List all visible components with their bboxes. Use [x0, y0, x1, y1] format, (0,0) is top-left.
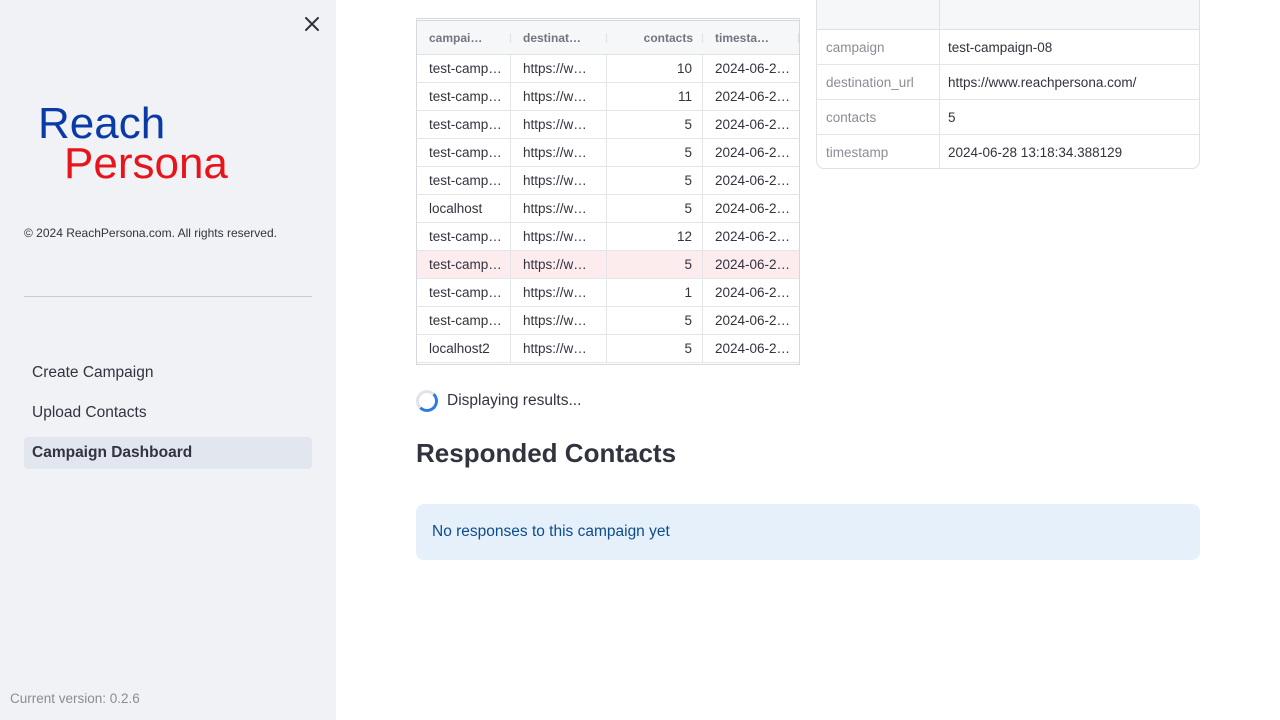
- copyright-text: © 2024 ReachPersona.com. All rights rese…: [24, 226, 277, 240]
- detail-key: campaign: [817, 30, 940, 64]
- table-row[interactable]: localhost https://w… 5 2024-06-2…: [417, 195, 799, 223]
- detail-value: 5: [948, 109, 956, 125]
- table-cell[interactable]: 2024-06-2…: [703, 139, 799, 166]
- table-cell[interactable]: localhost: [417, 195, 511, 222]
- table-row[interactable]: localhost2 https://w… 5 2024-06-2…: [417, 335, 799, 363]
- version-text: Current version: 0.2.6: [10, 691, 140, 706]
- nav-item-upload-contacts[interactable]: Upload Contacts: [24, 397, 312, 429]
- table-row[interactable]: test-camp… https://w… 1 2024-06-2…: [417, 279, 799, 307]
- selected-row-detail: campaign test-campaign-08 destination_url h…: [816, 0, 1200, 169]
- table-cell[interactable]: 12: [607, 223, 703, 250]
- no-responses-alert: No responses to this campaign yet: [416, 504, 1200, 560]
- table-cell[interactable]: 2024-06-2…: [703, 279, 799, 306]
- table-cell[interactable]: test-camp…: [417, 251, 511, 278]
- status-text: Displaying results...: [447, 392, 582, 409]
- sidebar-divider: [24, 296, 312, 297]
- table-cell[interactable]: 5: [607, 195, 703, 222]
- table-cell[interactable]: 5: [607, 139, 703, 166]
- detail-row: timestamp 2024-06-28 13:18:34.388129: [817, 135, 1199, 168]
- table-cell[interactable]: 2024-06-2…: [703, 223, 799, 250]
- reachpersona-logo: Reach Persona: [38, 100, 228, 186]
- table-cell[interactable]: https://w…: [511, 279, 607, 306]
- table-cell[interactable]: https://w…: [511, 83, 607, 110]
- table-cell[interactable]: https://w…: [511, 223, 607, 250]
- table-cell[interactable]: test-camp…: [417, 223, 511, 250]
- logo-line-2: Persona: [64, 139, 228, 186]
- table-cell[interactable]: 5: [607, 251, 703, 278]
- table-cell[interactable]: test-camp…: [417, 307, 511, 334]
- table-cell[interactable]: 2024-06-2…: [703, 167, 799, 194]
- table-cell[interactable]: 5: [607, 307, 703, 334]
- table-cell[interactable]: 2024-06-2…: [703, 251, 799, 278]
- table-header: campai… destinat… contacts timesta…: [417, 21, 799, 55]
- table-cell[interactable]: https://w…: [511, 139, 607, 166]
- campaigns-table[interactable]: campai… destinat… contacts timesta… test…: [416, 18, 800, 365]
- column-header-contacts[interactable]: contacts: [607, 21, 703, 54]
- detail-key: destination_url: [817, 65, 940, 99]
- table-cell[interactable]: test-camp…: [417, 83, 511, 110]
- table-row[interactable]: test-camp… https://w… 5 2024-06-2…: [417, 167, 799, 195]
- table-cell[interactable]: 2024-06-2…: [703, 195, 799, 222]
- detail-row: contacts 5: [817, 100, 1199, 135]
- responded-contacts-title: Responded Contacts: [416, 438, 677, 468]
- status-indicator: Displaying results...: [416, 390, 581, 412]
- spinner-icon: [416, 390, 438, 412]
- table-row[interactable]: test-camp… https://w… 5 2024-06-2…: [417, 307, 799, 335]
- table-cell[interactable]: https://w…: [511, 167, 607, 194]
- table-cell[interactable]: test-camp…: [417, 111, 511, 138]
- close-sidebar-button[interactable]: [300, 12, 324, 36]
- table-cell[interactable]: 11: [607, 83, 703, 110]
- table-cell[interactable]: https://w…: [511, 55, 607, 82]
- table-cell[interactable]: 2024-06-2…: [703, 111, 799, 138]
- table-cell[interactable]: 5: [607, 111, 703, 138]
- detail-value: 2024-06-28 13:18:34.388129: [948, 145, 1123, 160]
- table-cell[interactable]: 2024-06-2…: [703, 83, 799, 110]
- table-row[interactable]: test-camp… https://w… 5 2024-06-2…: [417, 111, 799, 139]
- table-cell[interactable]: 5: [607, 167, 703, 194]
- detail-header: [817, 0, 1199, 30]
- main-content: campai… destinat… contacts timesta… test…: [336, 0, 1280, 720]
- table-cell[interactable]: https://w…: [511, 111, 607, 138]
- table-cell[interactable]: test-camp…: [417, 167, 511, 194]
- table-row[interactable]: test-camp… https://w… 11 2024-06-2…: [417, 83, 799, 111]
- table-body: test-camp… https://w… 10 2024-06-2… test-cam…: [417, 55, 799, 363]
- column-header-timestamp[interactable]: timesta…: [703, 21, 799, 54]
- nav-item-campaign-dashboard[interactable]: Campaign Dashboard: [24, 437, 312, 469]
- table-row[interactable]: test-camp… https://w… 5 2024-06-2…: [417, 139, 799, 167]
- column-header-destination[interactable]: destinat…: [511, 21, 607, 54]
- table-cell[interactable]: test-camp…: [417, 55, 511, 82]
- detail-value: test-campaign-08: [948, 39, 1053, 55]
- close-icon: [305, 17, 319, 31]
- table-row[interactable]: test-camp… https://w… 12 2024-06-2…: [417, 223, 799, 251]
- detail-key: timestamp: [817, 135, 940, 168]
- table-cell[interactable]: localhost2: [417, 335, 511, 362]
- detail-row: campaign test-campaign-08: [817, 30, 1199, 65]
- column-header-campaign[interactable]: campai…: [417, 21, 511, 54]
- table-cell[interactable]: https://w…: [511, 251, 607, 278]
- table-cell[interactable]: https://w…: [511, 335, 607, 362]
- table-cell[interactable]: 5: [607, 335, 703, 362]
- nav-item-create-campaign[interactable]: Create Campaign: [24, 357, 312, 389]
- detail-row: destination_url https://www.reachpersona.…: [817, 65, 1199, 100]
- detail-value: https://www.reachpersona.com/: [948, 74, 1137, 90]
- table-cell[interactable]: 2024-06-2…: [703, 307, 799, 334]
- sidebar-nav: Create Campaign Upload Contacts Campaign…: [24, 357, 312, 477]
- table-cell[interactable]: test-camp…: [417, 279, 511, 306]
- detail-key: contacts: [817, 100, 940, 134]
- table-cell[interactable]: 1: [607, 279, 703, 306]
- sidebar: Reach Persona © 2024 ReachPersona.com. A…: [0, 0, 336, 720]
- table-row[interactable]: test-camp… https://w… 5 2024-06-2…: [417, 251, 799, 279]
- table-cell[interactable]: https://w…: [511, 307, 607, 334]
- table-cell[interactable]: https://w…: [511, 195, 607, 222]
- table-cell[interactable]: 10: [607, 55, 703, 82]
- table-row[interactable]: test-camp… https://w… 10 2024-06-2…: [417, 55, 799, 83]
- table-cell[interactable]: 2024-06-2…: [703, 335, 799, 362]
- table-cell[interactable]: 2024-06-2…: [703, 55, 799, 82]
- table-cell[interactable]: test-camp…: [417, 139, 511, 166]
